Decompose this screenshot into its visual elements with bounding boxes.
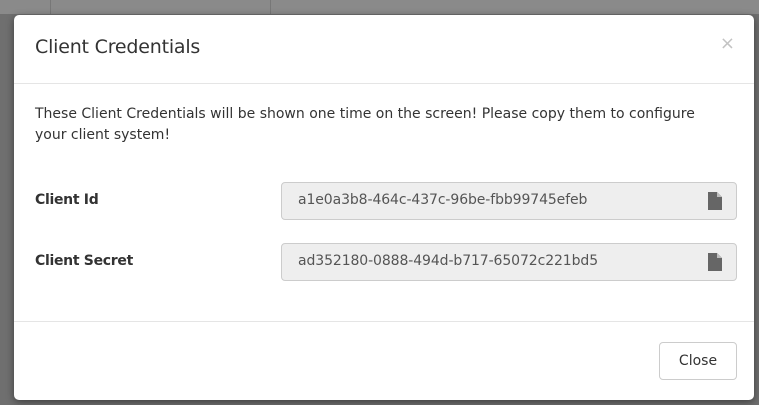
client-credentials-dialog: Client Credentials × These Client Creden…: [14, 15, 754, 400]
modal-title: Client Credentials: [35, 36, 201, 58]
client-id-field[interactable]: a1e0a3b8-464c-437c-96be-fbb99745efeb: [281, 182, 737, 220]
background-page-strip: [0, 0, 759, 14]
background-divider: [50, 0, 51, 14]
client-id-label: Client Id: [35, 192, 99, 208]
background-divider: [270, 0, 271, 14]
modal-header: Client Credentials ×: [14, 15, 754, 84]
client-id-value: a1e0a3b8-464c-437c-96be-fbb99745efeb: [298, 192, 588, 208]
client-secret-label: Client Secret: [35, 253, 133, 269]
client-secret-row: Client Secret ad352180-0888-494d-b717-65…: [35, 243, 737, 281]
copy-file-icon[interactable]: [708, 192, 722, 210]
client-id-row: Client Id a1e0a3b8-464c-437c-96be-fbb997…: [35, 182, 737, 220]
modal-body: These Client Credentials will be shown o…: [14, 84, 754, 322]
intro-text: These Client Credentials will be shown o…: [35, 106, 695, 143]
modal-footer: Close: [14, 322, 754, 400]
close-button[interactable]: Close: [659, 342, 737, 380]
close-icon[interactable]: ×: [720, 35, 735, 53]
copy-file-icon[interactable]: [708, 253, 722, 271]
client-secret-value: ad352180-0888-494d-b717-65072c221bd5: [298, 253, 598, 269]
modal-backdrop: Client Credentials × These Client Creden…: [0, 0, 759, 405]
client-secret-field[interactable]: ad352180-0888-494d-b717-65072c221bd5: [281, 243, 737, 281]
